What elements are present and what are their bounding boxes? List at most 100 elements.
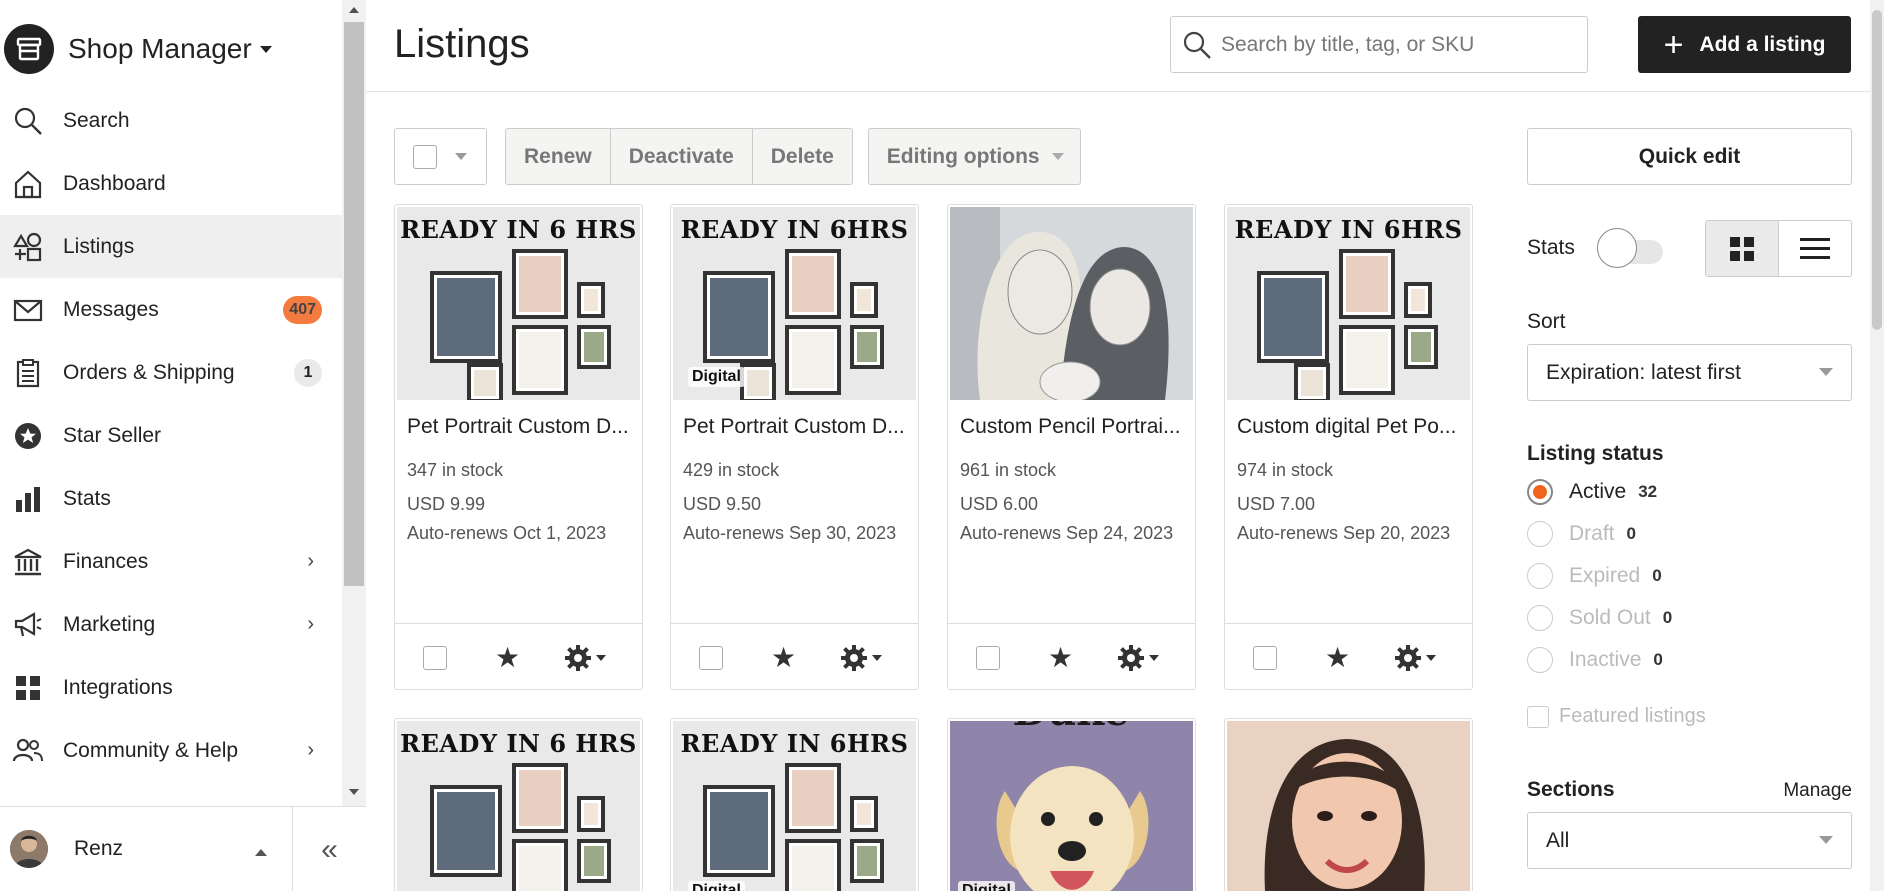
listing-title[interactable]: Custom Pencil Portrai... [960, 415, 1186, 439]
star-icon[interactable]: ★ [1048, 641, 1073, 674]
renew-button[interactable]: Renew [506, 129, 611, 184]
listing-renews: Auto-renews Sep 30, 2023 [683, 523, 897, 543]
frame-image [1257, 271, 1329, 363]
search-box[interactable] [1170, 16, 1588, 73]
listing-image[interactable]: READY IN 6HRS Digital [673, 721, 916, 891]
listing-checkbox[interactable] [976, 645, 1000, 670]
featured-checkbox[interactable] [1527, 705, 1549, 728]
listing-image[interactable]: READY IN 6HRS [1227, 207, 1470, 400]
sidebar-item-finances[interactable]: Finances › [0, 530, 342, 593]
search-input[interactable] [1221, 32, 1581, 57]
listing-image[interactable]: READY IN 6 HRS [397, 207, 640, 400]
delete-button[interactable]: Delete [753, 129, 852, 184]
radio-button[interactable] [1527, 563, 1553, 589]
editing-options-button[interactable]: Editing options [867, 128, 1081, 185]
sidebar-item-dashboard[interactable]: Dashboard [0, 152, 342, 215]
frame-image [850, 839, 884, 883]
radio-button[interactable] [1527, 479, 1553, 505]
megaphone-icon [11, 608, 45, 642]
clipboard-icon [11, 356, 45, 390]
deactivate-button[interactable]: Deactivate [611, 129, 753, 184]
frame-image [850, 325, 884, 369]
listing-card[interactable]: READY IN 6HRS Digital [670, 718, 919, 891]
gear-menu-button[interactable] [840, 644, 883, 672]
page-scrollbar[interactable] [1870, 0, 1884, 891]
sidebar-item-label: Orders & Shipping [63, 360, 235, 384]
listing-title[interactable]: Custom digital Pet Po... [1237, 415, 1463, 439]
user-name[interactable]: Renz [74, 837, 123, 861]
sidebar-scrollbar[interactable] [342, 0, 366, 806]
status-radio-inactive[interactable]: Inactive 0 [1527, 645, 1663, 675]
status-radio-draft[interactable]: Draft 0 [1527, 519, 1636, 549]
featured-listings-filter[interactable]: Featured listings [1527, 705, 1706, 728]
select-all-dropdown[interactable] [394, 128, 487, 185]
listing-checkbox[interactable] [423, 645, 447, 670]
star-icon[interactable]: ★ [771, 641, 796, 674]
sidebar-item-star-seller[interactable]: Star Seller [0, 404, 342, 467]
star-icon[interactable]: ★ [1325, 641, 1350, 674]
listing-image[interactable] [1227, 721, 1470, 891]
add-listing-button[interactable]: + Add a listing [1638, 16, 1851, 73]
gear-menu-button[interactable] [1394, 644, 1437, 672]
plus-icon: + [1663, 25, 1684, 64]
sort-select[interactable]: Expiration: latest first [1527, 344, 1852, 401]
listing-checkbox[interactable] [699, 645, 723, 670]
sidebar-item-messages[interactable]: Messages 407 [0, 278, 342, 341]
scroll-down-icon[interactable] [349, 789, 359, 795]
listing-renews: Auto-renews Sep 24, 2023 [960, 523, 1174, 543]
sidebar-item-stats[interactable]: Stats [0, 467, 342, 530]
listing-title[interactable]: Pet Portrait Custom D... [683, 415, 909, 439]
listing-image[interactable]: Duke Digital [950, 721, 1193, 891]
chevron-up-icon[interactable] [255, 849, 267, 856]
chevron-down-icon[interactable] [455, 153, 467, 160]
bulk-toolbar: Renew Deactivate Delete Editing options [394, 128, 1081, 185]
sidebar-item-community-help[interactable]: Community & Help › [0, 719, 342, 782]
scroll-up-icon[interactable] [349, 7, 359, 13]
listing-card-footer: ★ [1225, 623, 1472, 689]
status-radio-expired[interactable]: Expired 0 [1527, 561, 1662, 591]
listing-card[interactable]: READY IN 6 HRS Pet Portrait Custom D... … [394, 204, 643, 690]
radio-button[interactable] [1527, 647, 1553, 673]
listing-checkbox[interactable] [1253, 645, 1277, 670]
sidebar-item-listings[interactable]: Listings [0, 215, 342, 278]
manage-sections-link[interactable]: Manage [1783, 780, 1852, 802]
gear-icon [1118, 644, 1145, 671]
listing-card[interactable]: READY IN 6HRS Custom digital Pet Po... 9… [1224, 204, 1473, 690]
radio-button[interactable] [1527, 521, 1553, 547]
sidebar-item-marketing[interactable]: Marketing › [0, 593, 342, 656]
listing-card[interactable] [1224, 718, 1473, 891]
star-icon[interactable]: ★ [495, 641, 520, 674]
listing-card[interactable]: READY IN 6HRS Digital Pet Portrait Custo… [670, 204, 919, 690]
person-portrait-image [1227, 721, 1470, 891]
sections-select[interactable]: All [1527, 812, 1852, 869]
quick-edit-button[interactable]: Quick edit [1527, 128, 1852, 185]
shop-manager-header[interactable]: Shop Manager [0, 20, 340, 78]
sidebar-item-orders-shipping[interactable]: Orders & Shipping 1 [0, 341, 342, 404]
sidebar-item-integrations[interactable]: Integrations [0, 656, 342, 719]
listing-image[interactable] [950, 207, 1193, 400]
radio-button[interactable] [1527, 605, 1553, 631]
stats-toggle[interactable] [1597, 228, 1663, 268]
scrollbar-thumb[interactable] [344, 22, 364, 586]
avatar[interactable] [10, 830, 48, 868]
scrollbar-thumb[interactable] [1872, 10, 1882, 330]
listing-card[interactable]: READY IN 6 HRS [394, 718, 643, 891]
collapse-sidebar-button[interactable]: « [292, 807, 366, 891]
gear-menu-button[interactable] [564, 644, 607, 672]
listing-title[interactable]: Pet Portrait Custom D... [407, 415, 633, 439]
listing-renews: Auto-renews Sep 20, 2023 [1237, 523, 1451, 543]
gear-menu-button[interactable] [1117, 644, 1160, 672]
listing-image[interactable]: READY IN 6 HRS [397, 721, 640, 891]
sidebar-item-search[interactable]: Search [0, 89, 342, 152]
status-radio-active[interactable]: Active 32 [1527, 477, 1657, 507]
listing-card[interactable]: Custom Pencil Portrai... 961 in stock US… [947, 204, 1196, 690]
grid-view-button[interactable] [1706, 221, 1779, 276]
status-radio-sold-out[interactable]: Sold Out 0 [1527, 603, 1672, 633]
listing-card-footer: ★ [948, 623, 1195, 689]
select-all-checkbox[interactable] [413, 144, 437, 169]
list-view-button[interactable] [1779, 221, 1851, 276]
frame-image [850, 796, 878, 832]
chevron-down-icon [596, 654, 607, 661]
listing-image[interactable]: READY IN 6HRS Digital [673, 207, 916, 400]
listing-card[interactable]: Duke Digital [947, 718, 1196, 891]
